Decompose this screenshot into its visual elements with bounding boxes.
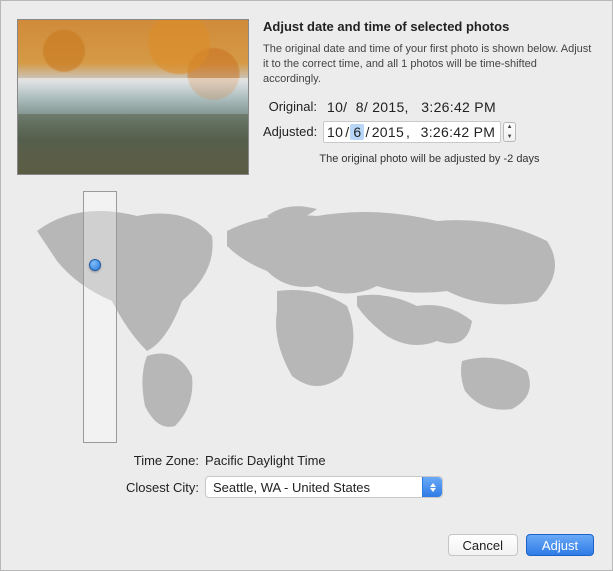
stepper-up-icon[interactable]: ▲ [507,124,513,130]
adjusted-label: Adjusted: [263,124,323,139]
timezone-world-map[interactable] [17,191,596,443]
stepper-down-icon[interactable]: ▼ [507,134,513,140]
original-datetime-value: 10/ 8/ 2015, 3:26:42 PM [323,99,596,115]
timezone-highlight-band [83,191,117,443]
adjusted-year[interactable]: 2015 [371,124,405,140]
time-shift-note: The original photo will be adjusted by -… [263,153,596,165]
cancel-button[interactable]: Cancel [448,534,518,556]
closest-city-combobox[interactable]: Seattle, WA - United States [205,476,443,498]
photo-thumbnail [17,19,249,175]
timezone-label: Time Zone: [17,453,205,468]
adjusted-time[interactable]: 3:26:42 PM [420,124,497,140]
dialog-description: The original date and time of your first… [263,42,596,87]
closest-city-value: Seattle, WA - United States [213,480,370,495]
chevron-down-icon [430,488,436,492]
location-pin[interactable] [89,259,101,271]
adjusted-month[interactable]: 10 [326,124,344,140]
adjusted-datetime-field[interactable]: 10/ 6/ 2015, 3:26:42 PM [323,121,501,143]
dialog-title: Adjust date and time of selected photos [263,19,596,34]
original-label: Original: [263,99,323,114]
timezone-value: Pacific Daylight Time [205,453,596,468]
date-comma: , [405,124,411,140]
closest-city-label: Closest City: [17,480,205,495]
adjust-button[interactable]: Adjust [526,534,594,556]
adjusted-day-selected[interactable]: 6 [350,124,364,140]
chevron-up-icon [430,483,436,487]
combobox-toggle-button[interactable] [422,477,442,497]
datetime-stepper[interactable]: ▲ ▼ [503,122,516,142]
